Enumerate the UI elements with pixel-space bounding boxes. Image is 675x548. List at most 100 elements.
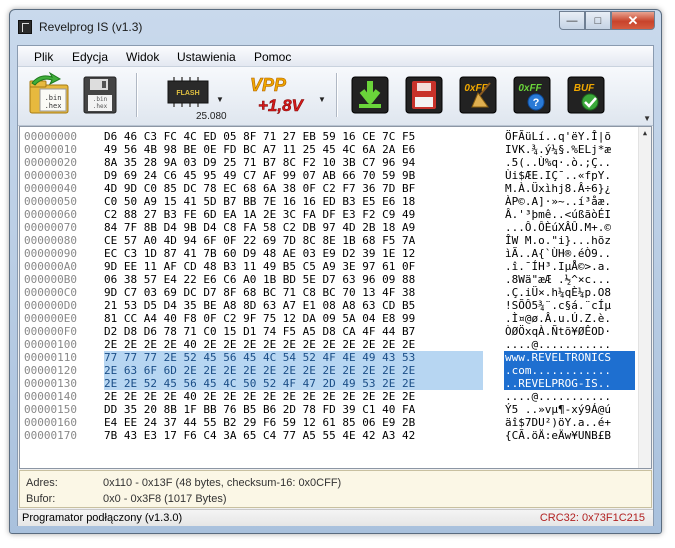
- maximize-button[interactable]: □: [585, 11, 611, 30]
- hex-row[interactable]: 000000D0 21 53 D5 D4 35 BE A8 8D 63 A7 E1…: [20, 299, 638, 312]
- hex-ascii[interactable]: ÖFÃüLí..q'ëY.Î|õ: [505, 130, 611, 143]
- hex-bytes[interactable]: 81 CC A4 40 F8 0F C2 9F 75 12 DA 09 5A 0…: [104, 312, 415, 325]
- hex-row[interactable]: 00000020 8A 35 28 9A 03 D9 25 71 B7 8C F2…: [20, 156, 638, 169]
- hex-row[interactable]: 00000010 49 56 4B 98 BE 0E FD BC A7 11 25…: [20, 143, 638, 156]
- hex-ascii[interactable]: .Ì¤@ø.Â.u.Ú.Z.è.: [505, 312, 611, 325]
- hex-row[interactable]: 00000040 4D 9D C0 85 DC 78 EC 68 6A 38 0F…: [20, 182, 638, 195]
- hex-ascii[interactable]: Ùi$ÆE.IÇ¯..«fpY.: [505, 169, 611, 182]
- hex-row[interactable]: 00000050 C0 50 A9 15 41 5D B7 BB 7E 16 16…: [20, 195, 638, 208]
- hex-row[interactable]: 000000B0 06 38 57 E4 22 E6 C6 A0 1B BD 5E…: [20, 273, 638, 286]
- hex-bytes[interactable]: 9D C7 03 69 DC D7 8F 68 BC 71 C8 BC 70 1…: [104, 286, 415, 299]
- hex-ascii[interactable]: .Ç.iÜ×.h¼qÈ¼p.O8: [505, 286, 611, 299]
- open-file-button[interactable]: .bin .hex: [26, 71, 72, 119]
- hex-bytes[interactable]: 8A 35 28 9A 03 D9 25 71 B7 8C F2 10 3B C…: [104, 156, 415, 169]
- save-file-button[interactable]: .bin .hex: [76, 71, 122, 119]
- hex-bytes[interactable]: DD 35 20 8B 1F BB 76 B5 B6 2D 78 FD 39 C…: [104, 403, 415, 416]
- hex-row[interactable]: 00000070 84 7F 8B D4 9B D4 C8 FA 58 C2 DB…: [20, 221, 638, 234]
- hex-bytes[interactable]: CE 57 A0 4D 94 6F 0F 22 69 7D 8C 8E 1B 6…: [104, 234, 415, 247]
- hex-row[interactable]: 000000C0 9D C7 03 69 DC D7 8F 68 BC 71 C8…: [20, 286, 638, 299]
- hex-address: 00000110: [24, 351, 77, 364]
- hex-ascii[interactable]: www.REVELTRONICS: [505, 351, 611, 364]
- hex-row[interactable]: 000000F0 D2 D8 D6 78 71 C0 15 D1 74 F5 A5…: [20, 325, 638, 338]
- hex-ascii[interactable]: ÀP©.A]·»~..í³åæ.: [505, 195, 611, 208]
- floppy-disk-icon: .bin .hex: [83, 76, 117, 114]
- hex-bytes[interactable]: 49 56 4B 98 BE 0E FD BC A7 11 25 45 4C 6…: [104, 143, 415, 156]
- read-chip-button[interactable]: [348, 71, 392, 119]
- hex-address: 00000140: [24, 390, 77, 403]
- hex-row[interactable]: 00000160 E4 EE 24 37 44 55 B2 29 F6 59 12…: [20, 416, 638, 429]
- hex-ascii[interactable]: ...Ô.ÔÈúXÂÛ.M+.©: [505, 221, 611, 234]
- chip-select-button[interactable]: FLASH 25.080 ▼: [160, 71, 227, 122]
- hex-row[interactable]: 00000130 2E 2E 52 45 56 45 4C 50 52 4F 47…: [20, 377, 638, 390]
- hex-bytes[interactable]: 77 77 77 2E 52 45 56 45 4C 54 52 4F 4E 4…: [104, 351, 415, 364]
- hex-bytes[interactable]: 84 7F 8B D4 9B D4 C8 FA 58 C2 DB 97 4D 2…: [104, 221, 415, 234]
- hex-row[interactable]: 00000170 7B 43 E3 17 F6 C4 3A 65 C4 77 A5…: [20, 429, 638, 442]
- write-chip-button[interactable]: [402, 71, 446, 119]
- caption-buttons: — □ ✕: [559, 11, 655, 31]
- hex-ascii[interactable]: .com............: [505, 364, 611, 377]
- hex-row[interactable]: 000000A0 9D EE 11 AF CD 48 B3 11 49 B5 C5…: [20, 260, 638, 273]
- hex-bytes[interactable]: 7B 43 E3 17 F6 C4 3A 65 C4 77 A5 55 4E 4…: [104, 429, 415, 442]
- hex-ascii[interactable]: ìÃ..A{`ÙH®.éÒ9..: [505, 247, 611, 260]
- hex-bytes[interactable]: 2E 2E 2E 2E 40 2E 2E 2E 2E 2E 2E 2E 2E 2…: [104, 390, 415, 403]
- hex-editor[interactable]: ▲ 00000000 D6 46 C3 FC 4C ED 05 8F 71 27 …: [19, 126, 652, 469]
- hex-ascii[interactable]: {CÃ.öÄ:eÄw¥UNB£B: [505, 429, 611, 442]
- hex-bytes[interactable]: D6 46 C3 FC 4C ED 05 8F 71 27 EB 59 16 C…: [104, 130, 415, 143]
- hex-row[interactable]: 00000140 2E 2E 2E 2E 40 2E 2E 2E 2E 2E 2E…: [20, 390, 638, 403]
- blank-check-icon: 0xFF ?: [513, 76, 551, 114]
- hex-row[interactable]: 00000120 2E 63 6F 6D 2E 2E 2E 2E 2E 2E 2E…: [20, 364, 638, 377]
- hex-ascii[interactable]: IVK.¾.ý¼§.%ELj*æ: [505, 143, 611, 156]
- hex-bytes[interactable]: 9D EE 11 AF CD 48 B3 11 49 B5 C5 A9 3E 9…: [104, 260, 415, 273]
- hex-ascii[interactable]: ÎW M.o."i}...hõz: [505, 234, 611, 247]
- hex-ascii[interactable]: .8Wä"æÆ .½^×c...: [505, 273, 611, 286]
- hex-bytes[interactable]: E4 EE 24 37 44 55 B2 29 F6 59 12 61 85 0…: [104, 416, 415, 429]
- hex-ascii[interactable]: .5(..Ù%q·.ò.;Ç..: [505, 156, 611, 169]
- minimize-button[interactable]: —: [559, 11, 585, 30]
- vpp-voltage-button[interactable]: VPP +1,8V ▼: [246, 71, 326, 119]
- menu-pomoc[interactable]: Pomoc: [254, 50, 291, 64]
- hex-bytes[interactable]: 2E 2E 2E 2E 40 2E 2E 2E 2E 2E 2E 2E 2E 2…: [104, 338, 415, 351]
- menu-plik[interactable]: Plik: [34, 50, 53, 64]
- hex-row[interactable]: 00000100 2E 2E 2E 2E 40 2E 2E 2E 2E 2E 2E…: [20, 338, 638, 351]
- hex-ascii[interactable]: M.À.Üxìhj8.Â÷6}¿: [505, 182, 611, 195]
- hex-row[interactable]: 00000080 CE 57 A0 4D 94 6F 0F 22 69 7D 8C…: [20, 234, 638, 247]
- hex-ascii[interactable]: ÒØÖxqÀ.Ñtõ¥ØÊOD·: [505, 325, 611, 338]
- vertical-scrollbar[interactable]: ▲: [638, 127, 651, 468]
- hex-row[interactable]: 00000110 77 77 77 2E 52 45 56 45 4C 54 52…: [20, 351, 638, 364]
- hex-bytes[interactable]: D9 69 24 C6 45 95 49 C7 AF 99 07 AB 66 7…: [104, 169, 415, 182]
- hex-row[interactable]: 00000000 D6 46 C3 FC 4C ED 05 8F 71 27 EB…: [20, 130, 638, 143]
- hex-ascii[interactable]: ....@...........: [505, 338, 611, 351]
- menu-edycja[interactable]: Edycja: [72, 50, 108, 64]
- verify-buffer-button[interactable]: BUF: [564, 71, 608, 119]
- hex-bytes[interactable]: 06 38 57 E4 22 E6 C6 A0 1B BD 5E D7 63 9…: [104, 273, 415, 286]
- hex-ascii[interactable]: .î.¯ÍH³.IµÅ©>.a.: [505, 260, 611, 273]
- hex-ascii[interactable]: ....@...........: [505, 390, 611, 403]
- hex-ascii[interactable]: Ý5 ..»vµ¶-xý9Á@ú: [505, 403, 611, 416]
- hex-bytes[interactable]: D2 D8 D6 78 71 C0 15 D1 74 F5 A5 D8 CA 4…: [104, 325, 415, 338]
- scroll-up-icon[interactable]: ▲: [639, 127, 651, 139]
- hex-ascii[interactable]: !SÕÔ5¾¨.c§á.¨cÍµ: [505, 299, 611, 312]
- hex-ascii[interactable]: ..REVELPROG-IS..: [505, 377, 611, 390]
- hex-row[interactable]: 00000150 DD 35 20 8B 1F BB 76 B5 B6 2D 78…: [20, 403, 638, 416]
- hex-bytes[interactable]: C2 88 27 B3 FE 6D EA 1A 2E 3C FA DF E3 F…: [104, 208, 415, 221]
- toolbar-overflow-icon[interactable]: ▼: [643, 114, 651, 123]
- title-bar[interactable]: Revelprog IS (v1.3) — □ ✕: [10, 10, 661, 44]
- hex-row[interactable]: 00000090 EC C3 1D 87 41 7B 60 D9 48 AE 03…: [20, 247, 638, 260]
- hex-bytes[interactable]: 2E 2E 52 45 56 45 4C 50 52 4F 47 2D 49 5…: [104, 377, 415, 390]
- hex-bytes[interactable]: 21 53 D5 D4 35 BE A8 8D 63 A7 E1 08 A8 6…: [104, 299, 415, 312]
- hex-bytes[interactable]: 4D 9D C0 85 DC 78 EC 68 6A 38 0F C2 F7 3…: [104, 182, 415, 195]
- hex-row[interactable]: 000000E0 81 CC A4 40 F8 0F C2 9F 75 12 DA…: [20, 312, 638, 325]
- hex-bytes[interactable]: 2E 63 6F 6D 2E 2E 2E 2E 2E 2E 2E 2E 2E 2…: [104, 364, 415, 377]
- menu-widok[interactable]: Widok: [126, 50, 159, 64]
- menu-ustawienia[interactable]: Ustawienia: [177, 50, 236, 64]
- blank-check-button[interactable]: 0xFF ?: [510, 71, 554, 119]
- hex-ascii[interactable]: Â.'³þmê..<úßãòÉI: [505, 208, 611, 221]
- hex-row[interactable]: 00000060 C2 88 27 B3 FE 6D EA 1A 2E 3C FA…: [20, 208, 638, 221]
- hex-bytes[interactable]: EC C3 1D 87 41 7B 60 D9 48 AE 03 E9 D2 3…: [104, 247, 415, 260]
- erase-chip-button[interactable]: 0xFF: [456, 71, 500, 119]
- hex-ascii[interactable]: äî$7DU²)öY.a..é+: [505, 416, 611, 429]
- read-arrow-icon: [351, 76, 389, 114]
- close-button[interactable]: ✕: [611, 11, 655, 30]
- hex-bytes[interactable]: C0 50 A9 15 41 5D B7 BB 7E 16 16 ED B3 E…: [104, 195, 415, 208]
- hex-row[interactable]: 00000030 D9 69 24 C6 45 95 49 C7 AF 99 07…: [20, 169, 638, 182]
